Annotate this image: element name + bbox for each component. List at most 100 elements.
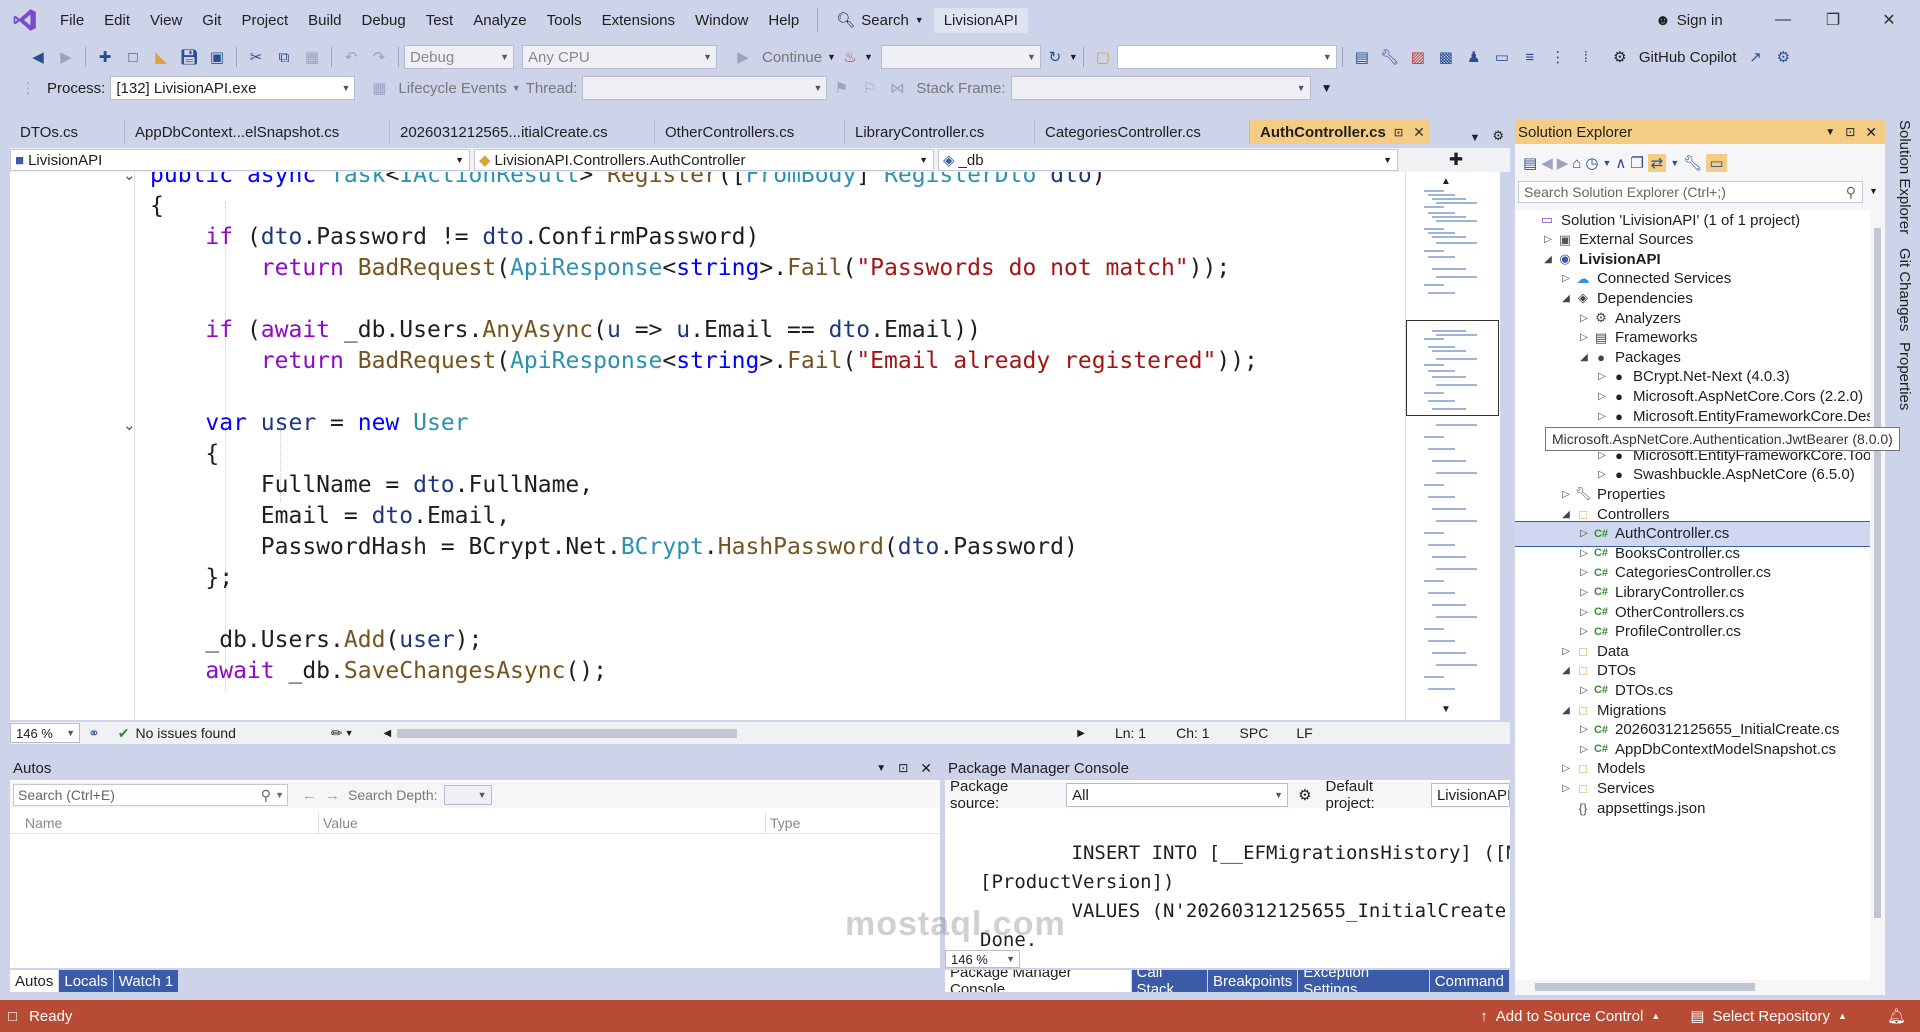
menu-edit[interactable]: Edit	[94, 12, 140, 29]
menu-extensions[interactable]: Extensions	[592, 12, 685, 29]
tab-command[interactable]: Command	[1429, 970, 1509, 992]
pin-icon[interactable]: ⊡	[1845, 125, 1855, 139]
tab-dtos[interactable]: DTOs.cs	[10, 120, 125, 144]
play-icon[interactable]: ▶	[731, 45, 755, 69]
global-search[interactable]: 🔍︎ Search ▼	[826, 11, 934, 30]
issues-status[interactable]: No issues found	[135, 725, 235, 741]
branch-icon[interactable]: ⚭	[88, 725, 100, 742]
flag-threads-icon[interactable]: ⚐	[857, 76, 881, 100]
close-icon[interactable]: ✕	[920, 760, 932, 777]
extensions-icon[interactable]: ▩	[1434, 45, 1458, 69]
column-value[interactable]: Value	[323, 815, 358, 831]
search-forward-icon[interactable]: →	[325, 787, 340, 804]
horizontal-scrollbar[interactable]	[1515, 980, 1885, 995]
menu-test[interactable]: Test	[416, 12, 464, 29]
save-icon[interactable]: 💾︎	[177, 45, 201, 69]
switch-views-icon[interactable]: ▤	[1523, 154, 1537, 172]
copilot-button[interactable]: GitHub Copilot	[1639, 49, 1737, 66]
expanded-arrow-icon[interactable]: ◢	[1559, 705, 1573, 716]
sync-icon[interactable]: ⇄	[1647, 154, 1667, 172]
copy-icon[interactable]: ⧉	[272, 45, 296, 69]
collapsed-arrow-icon[interactable]: ▷	[1559, 489, 1573, 500]
preview-icon[interactable]: ▭	[1706, 154, 1727, 172]
collapse-all-icon[interactable]: ∧	[1615, 154, 1626, 172]
browse-icon[interactable]: ▢	[1091, 45, 1115, 69]
more-icon[interactable]: ⁞	[1574, 45, 1598, 69]
chevron-down-icon[interactable]: ▼	[275, 790, 284, 800]
tab-solution-explorer-side[interactable]: Solution Explorer	[1896, 120, 1913, 234]
redo-icon[interactable]: ↷	[367, 45, 391, 69]
tab-librarycontroller[interactable]: LibraryController.cs	[845, 120, 1035, 144]
collapsed-arrow-icon[interactable]: ▷	[1577, 685, 1591, 696]
menu-view[interactable]: View	[140, 12, 192, 29]
member-select[interactable]: ◈ _db ▼	[938, 149, 1398, 171]
collapsed-arrow-icon[interactable]: ▷	[1595, 469, 1609, 480]
collapsed-arrow-icon[interactable]: ▷	[1577, 528, 1591, 539]
menu-analyze[interactable]: Analyze	[463, 12, 536, 29]
home-icon[interactable]: ⌂	[1572, 155, 1581, 172]
settings-icon[interactable]: ⚙	[1771, 45, 1795, 69]
toolbar-overflow-icon[interactable]: ▼	[1321, 81, 1333, 95]
solution-search-input[interactable]: Search Solution Explorer (Ctrl+;) ⚲	[1518, 181, 1863, 203]
navigate-back-icon[interactable]: ◀	[26, 45, 50, 69]
tab-breakpoints[interactable]: Breakpoints	[1208, 970, 1298, 992]
collapsed-arrow-icon[interactable]: ▷	[1541, 234, 1555, 245]
pin-icon[interactable]: ⊡	[1394, 126, 1403, 139]
menu-window[interactable]: Window	[685, 12, 758, 29]
menu-debug[interactable]: Debug	[352, 12, 416, 29]
column-name[interactable]: Name	[25, 815, 62, 831]
close-icon[interactable]: ✕	[1865, 124, 1877, 141]
package-source-select[interactable]: All ▼	[1066, 783, 1289, 807]
lifecycle-icon[interactable]: ▦	[367, 76, 391, 100]
tab-autos[interactable]: Autos	[10, 970, 59, 992]
process-select[interactable]: [132] LivisionAPI.exe ▼	[110, 76, 356, 100]
stack-frame-select[interactable]: ▼	[1010, 76, 1311, 100]
close-tab-icon[interactable]: ✕	[1413, 124, 1425, 141]
zoom-select[interactable]: 146 % ▼	[10, 723, 80, 743]
minimap-scrollbar[interactable]: ▲ ▼	[1405, 172, 1500, 720]
flag-icon[interactable]: ⚑	[829, 76, 853, 100]
tab-categoriescontroller[interactable]: CategoriesController.cs	[1035, 120, 1250, 144]
show-all-files-icon[interactable]: ❐	[1630, 154, 1643, 172]
tab-exception-settings[interactable]: Exception Settings	[1298, 970, 1429, 992]
expanded-arrow-icon[interactable]: ◢	[1559, 665, 1573, 676]
class-select[interactable]: ◆ LivisionAPI.Controllers.AuthController…	[474, 149, 934, 171]
refresh-icon[interactable]: ↻	[1043, 45, 1067, 69]
code-editor[interactable]: ⌄ ⌄ public async Task<IActionResult> Reg…	[10, 172, 1405, 720]
add-to-source-control-button[interactable]: Add to Source Control	[1496, 1008, 1644, 1025]
expanded-arrow-icon[interactable]: ◢	[1577, 352, 1591, 363]
scroll-right-icon[interactable]: ▶	[1077, 728, 1085, 739]
tab-watch-1[interactable]: Watch 1	[113, 970, 179, 992]
new-item-icon[interactable]: ✚	[93, 45, 117, 69]
collapsed-arrow-icon[interactable]: ▷	[1595, 411, 1609, 422]
history-icon[interactable]: ◷	[1585, 154, 1598, 172]
notifications-icon[interactable]: 🔔︎	[1887, 1007, 1906, 1025]
visual-studio-logo-icon[interactable]	[0, 7, 50, 33]
share-icon[interactable]: ↗	[1743, 45, 1767, 69]
sign-in-button[interactable]: ☻ Sign in	[1655, 0, 1723, 40]
vertical-scrollbar[interactable]	[1870, 210, 1885, 980]
project-select[interactable]: ■ LivisionAPI ▼	[10, 149, 470, 171]
tab-initialcreate[interactable]: 2026031212565...itialCreate.cs	[390, 120, 655, 144]
collapsed-arrow-icon[interactable]: ▷	[1559, 763, 1573, 774]
cut-icon[interactable]: ✂	[244, 45, 268, 69]
scroll-left-icon[interactable]: ◀	[384, 728, 392, 739]
console-icon[interactable]: ▭	[1490, 45, 1514, 69]
column-type[interactable]: Type	[770, 815, 800, 831]
tab-package-manager-console[interactable]: Package Manager Console	[945, 970, 1131, 992]
collapsed-arrow-icon[interactable]: ▷	[1559, 783, 1573, 794]
settings-icon[interactable]: ⚙	[1298, 786, 1311, 804]
format-icon[interactable]: ⋮	[1546, 45, 1570, 69]
configuration-select[interactable]: Debug ▼	[404, 45, 514, 69]
console-output[interactable]: INSERT INTO [__EFMigrationsHistory] ([M […	[980, 810, 1510, 968]
tab-appdbcontext-snapshot[interactable]: AppDbContext...elSnapshot.cs	[125, 120, 390, 144]
properties-icon[interactable]: 🔧︎	[1683, 154, 1702, 172]
whitespace-indicator[interactable]: SPC	[1240, 725, 1269, 741]
scrollbar-thumb[interactable]	[1535, 983, 1755, 991]
find-combo[interactable]: ▼	[1116, 45, 1337, 69]
collapsed-arrow-icon[interactable]: ▷	[1577, 313, 1591, 324]
collapsed-arrow-icon[interactable]: ▷	[1559, 273, 1573, 284]
minimize-button[interactable]: —	[1760, 0, 1806, 40]
tab-locals[interactable]: Locals	[59, 970, 113, 992]
copilot-icon[interactable]: ⚙	[1608, 45, 1632, 69]
